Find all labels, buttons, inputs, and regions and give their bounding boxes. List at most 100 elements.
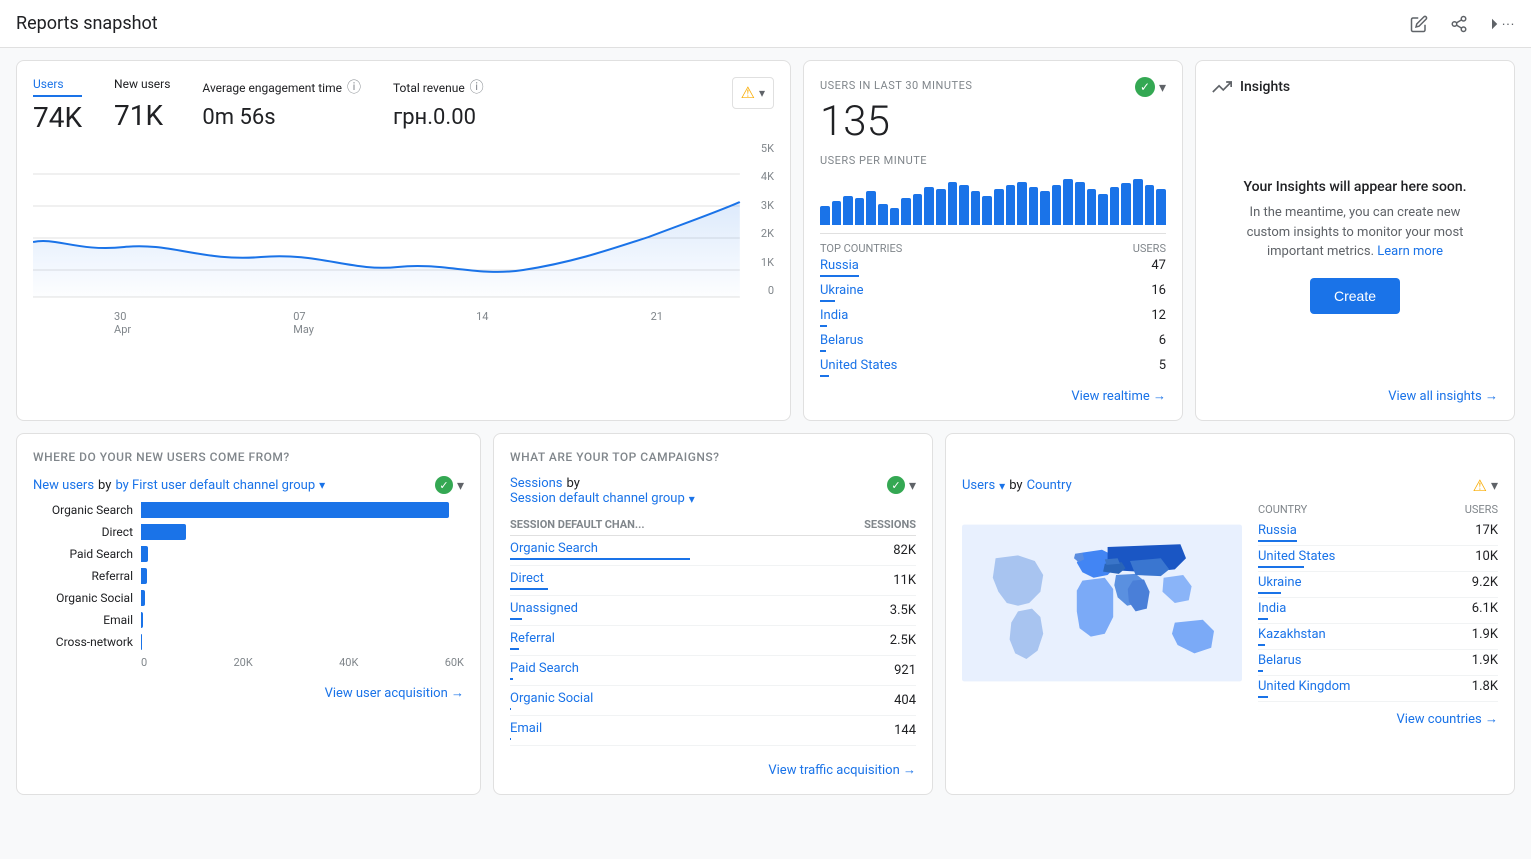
view-acquisition-link[interactable]: View user acquisition xyxy=(325,686,448,701)
view-traffic-link[interactable]: View traffic acquisition xyxy=(768,763,899,778)
users-value: 74K xyxy=(33,101,82,134)
acq-dropdown-btn[interactable]: ▾ xyxy=(457,477,464,494)
bar-fill xyxy=(141,524,186,540)
camp-name-cell: Email xyxy=(510,716,803,746)
table-row: Unassigned 3.5K xyxy=(510,596,916,626)
map-country-name[interactable]: Kazakhstan xyxy=(1258,627,1326,642)
camp-metric-link[interactable]: Sessions xyxy=(510,476,563,491)
acq-status-icon: ✓ xyxy=(435,476,453,494)
mini-bar xyxy=(1040,191,1050,225)
camp-bar xyxy=(510,708,511,710)
camp-dim-link[interactable]: Session default channel group xyxy=(510,491,685,506)
map-country-name[interactable]: Russia xyxy=(1258,523,1297,538)
more-button[interactable]: ··· xyxy=(1483,8,1515,40)
bar-label: Paid Search xyxy=(33,547,133,561)
map-country-name[interactable]: United States xyxy=(1258,549,1335,564)
bar-fill xyxy=(141,568,147,584)
arrow-icon-insights: → xyxy=(1485,389,1498,404)
y-axis: 5K 4K 3K 2K 1K 0 xyxy=(761,142,774,297)
mini-bar xyxy=(832,201,842,225)
view-all-insights-link[interactable]: View all insights xyxy=(1388,389,1482,404)
mini-bar xyxy=(890,208,900,225)
bar-track xyxy=(141,590,464,606)
camp-name-cell: Paid Search xyxy=(510,656,803,686)
map-country-value: 9.2K xyxy=(1472,575,1498,594)
country-name[interactable]: Ukraine xyxy=(820,283,863,298)
campaigns-filter: Sessions by Session default channel grou… xyxy=(510,476,695,506)
camp-name-cell: Organic Social xyxy=(510,686,803,716)
line-chart xyxy=(33,142,774,302)
map-header: Users ▾ by Country ⚠ ▾ xyxy=(962,476,1498,495)
map-country-name[interactable]: United Kingdom xyxy=(1258,679,1350,694)
camp-row-name[interactable]: Email xyxy=(510,721,542,736)
map-card: MAP Users ▾ by Country ⚠ ▾ xyxy=(945,433,1515,795)
camp-value-cell: 2.5K xyxy=(803,626,916,656)
camp-row-name[interactable]: Direct xyxy=(510,571,544,586)
view-realtime-link[interactable]: View realtime xyxy=(1071,389,1149,404)
acquisition-dim-link[interactable]: by First user default channel group xyxy=(115,478,315,493)
mini-bar xyxy=(948,182,958,225)
camp-dropdown-btn[interactable]: ▾ xyxy=(909,477,916,494)
create-button[interactable]: Create xyxy=(1310,278,1400,314)
map-status: ⚠ ▾ xyxy=(1473,476,1498,495)
users-label: Users xyxy=(33,77,82,97)
campaigns-section-title: WHAT ARE YOUR TOP CAMPAIGNS? xyxy=(510,450,916,464)
alert-button[interactable]: ⚠ ▾ xyxy=(732,77,774,109)
realtime-dropdown[interactable]: ▾ xyxy=(1159,79,1166,96)
map-metric-link[interactable]: Users xyxy=(962,478,995,493)
camp-dim-dropdown[interactable]: ▾ xyxy=(689,492,695,506)
edit-button[interactable] xyxy=(1403,8,1435,40)
camp-value-cell: 82K xyxy=(803,536,916,566)
mini-bar xyxy=(1006,185,1016,225)
camp-name-cell: Unassigned xyxy=(510,596,803,626)
mini-bar xyxy=(843,196,853,225)
camp-row-name[interactable]: Unassigned xyxy=(510,601,578,616)
mini-bar xyxy=(994,189,1004,225)
world-map-svg xyxy=(962,518,1242,688)
bar-row: Cross-network xyxy=(33,634,464,650)
map-country-name[interactable]: Ukraine xyxy=(1258,575,1301,590)
map-metric-dropdown[interactable]: ▾ xyxy=(999,479,1005,493)
share-button[interactable] xyxy=(1443,8,1475,40)
view-all-insights-wrap: View all insights → xyxy=(1212,380,1498,404)
bar-row: Email xyxy=(33,612,464,628)
camp-col1-header: SESSION DEFAULT CHAN... xyxy=(510,514,803,536)
bar-label: Email xyxy=(33,613,133,627)
acquisition-filter-label: New users by by First user default chann… xyxy=(33,478,325,493)
country-name[interactable]: United States xyxy=(820,358,897,373)
mini-bar xyxy=(1156,189,1166,225)
map-row: Kazakhstan 1.9K xyxy=(1258,624,1498,650)
filter-dropdown-icon[interactable]: ▾ xyxy=(319,478,325,492)
campaigns-table: SESSION DEFAULT CHAN... SESSIONS Organic… xyxy=(510,514,916,746)
view-countries-link[interactable]: View countries xyxy=(1396,712,1481,727)
camp-filter-row: Sessions by xyxy=(510,476,695,491)
map-country-name[interactable]: India xyxy=(1258,601,1286,616)
country-name[interactable]: Belarus xyxy=(820,333,864,348)
map-dim-link[interactable]: Country xyxy=(1027,478,1072,493)
map-country-name[interactable]: Belarus xyxy=(1258,653,1302,668)
country-name[interactable]: India xyxy=(820,308,848,323)
mini-bar xyxy=(936,189,946,225)
chart-area: 5K 4K 3K 2K 1K 0 30Apr 07May 14 21 xyxy=(33,142,774,342)
camp-row-name[interactable]: Referral xyxy=(510,631,555,646)
camp-row-name[interactable]: Organic Social xyxy=(510,691,593,706)
acquisition-section-title: WHERE DO YOUR NEW USERS COME FROM? xyxy=(33,450,464,464)
country-name[interactable]: Russia xyxy=(820,258,859,273)
camp-row-name[interactable]: Organic Search xyxy=(510,541,598,556)
map-col1-header: COUNTRY xyxy=(1258,503,1307,516)
camp-bar xyxy=(510,558,690,560)
acquisition-metric-link[interactable]: New users xyxy=(33,478,94,493)
users-per-minute-label: USERS PER MINUTE xyxy=(820,154,1166,167)
insights-trend-icon xyxy=(1212,77,1232,97)
country-row: Belarus 6 xyxy=(820,330,1166,355)
map-dropdown-btn[interactable]: ▾ xyxy=(1491,477,1498,494)
realtime-label: USERS IN LAST 30 MINUTES xyxy=(820,79,972,92)
bar-row: Direct xyxy=(33,524,464,540)
mini-bar xyxy=(1075,182,1085,225)
learn-more-link[interactable]: Learn more xyxy=(1377,244,1443,259)
camp-row-name[interactable]: Paid Search xyxy=(510,661,579,676)
bar-label: Organic Social xyxy=(33,591,133,605)
country-bar xyxy=(820,300,835,302)
country-table-header: TOP COUNTRIES USERS xyxy=(820,242,1166,255)
insights-body-title: Your Insights will appear here soon. xyxy=(1243,179,1466,195)
